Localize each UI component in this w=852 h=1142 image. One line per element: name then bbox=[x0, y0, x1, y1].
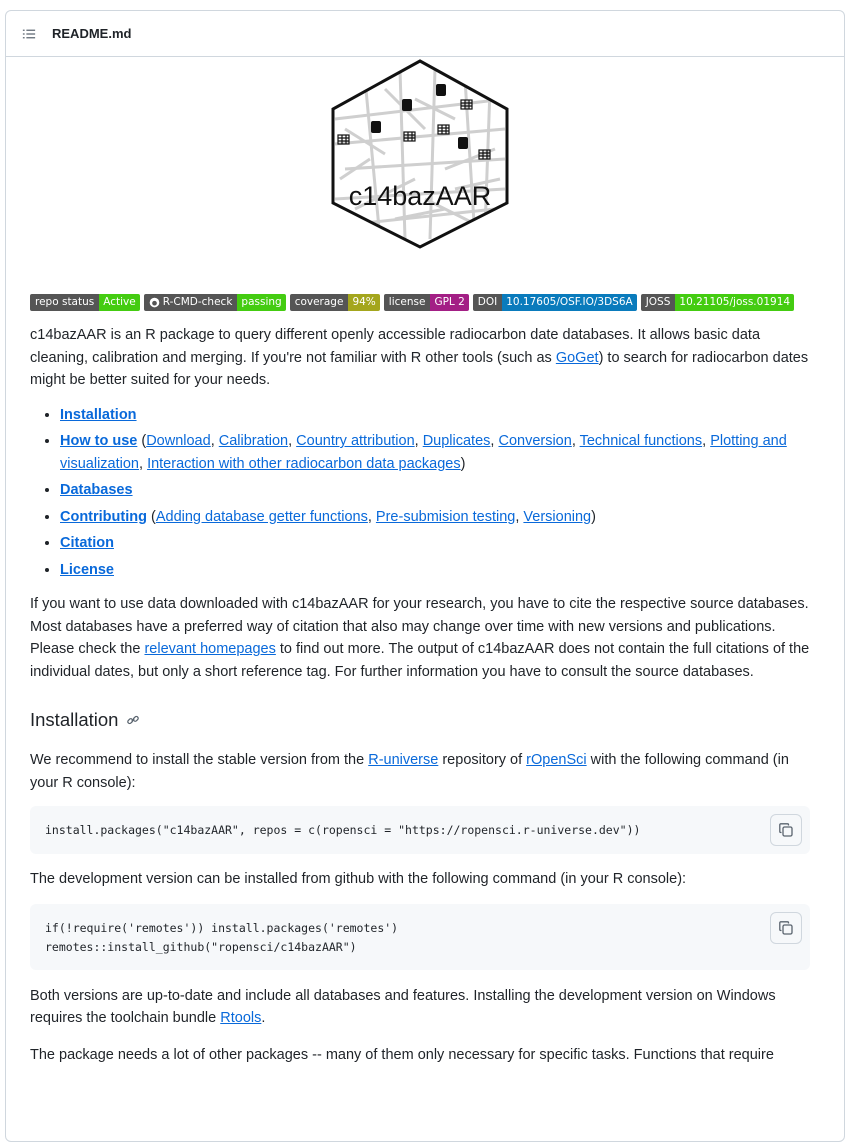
list-item: Installation bbox=[60, 404, 810, 427]
toc-download-link[interactable]: Download bbox=[146, 433, 211, 449]
toc-calibration-link[interactable]: Calibration bbox=[219, 433, 288, 449]
versions-paragraph: Both versions are up-to-date and include… bbox=[30, 987, 776, 1027]
svg-text:c14bazAAR: c14bazAAR bbox=[349, 181, 492, 211]
toc-installation-link[interactable]: Installation bbox=[60, 407, 137, 423]
code-line: remotes::install_github("ropensci/c14baz… bbox=[45, 939, 357, 954]
readme-content: c14bazAAR repo status Active R-CMD-check … bbox=[30, 47, 810, 1066]
link-icon[interactable] bbox=[126, 713, 140, 727]
code-block-dev: if(!require('remotes')) install.packages… bbox=[30, 903, 810, 970]
goget-link[interactable]: GoGet bbox=[556, 350, 599, 366]
code-line: if(!require('remotes')) install.packages… bbox=[45, 920, 399, 935]
github-icon bbox=[149, 297, 160, 308]
r-universe-link[interactable]: R-universe bbox=[368, 752, 438, 768]
toc-country-attribution-link[interactable]: Country attribution bbox=[296, 433, 414, 449]
copy-icon bbox=[779, 823, 793, 837]
toc-adding-getter-link[interactable]: Adding database getter functions bbox=[156, 509, 368, 525]
toc-license-link[interactable]: License bbox=[60, 562, 114, 578]
code-line: install.packages("c14bazAAR", repos = c(… bbox=[45, 823, 641, 837]
dependencies-paragraph: The package needs a lot of other package… bbox=[30, 1046, 774, 1063]
list-unordered-icon[interactable] bbox=[22, 27, 36, 41]
code-block-stable: install.packages("c14bazAAR", repos = c(… bbox=[30, 806, 810, 854]
toc-interaction-link[interactable]: Interaction with other radiocarbon data … bbox=[147, 456, 461, 472]
package-logo: c14bazAAR bbox=[30, 59, 810, 262]
list-item: How to use (Download, Calibration, Count… bbox=[60, 430, 810, 475]
badge-row: repo status Active R-CMD-check passing co… bbox=[30, 294, 810, 312]
copy-button[interactable] bbox=[770, 814, 802, 846]
coverage-badge[interactable]: coverage 94% bbox=[289, 294, 380, 311]
readme-title: README.md bbox=[52, 26, 132, 41]
list-item: Contributing (Adding database getter fun… bbox=[60, 506, 810, 529]
repo-status-badge[interactable]: repo status Active bbox=[30, 294, 140, 311]
relevant-homepages-link[interactable]: relevant homepages bbox=[144, 641, 275, 657]
toc-citation-link[interactable]: Citation bbox=[60, 535, 114, 551]
installation-heading: Installation bbox=[30, 703, 810, 737]
r-cmd-check-badge[interactable]: R-CMD-check passing bbox=[143, 294, 286, 311]
copy-icon bbox=[779, 920, 793, 935]
hexagon-logo-image: c14bazAAR bbox=[331, 59, 509, 249]
copy-button[interactable] bbox=[770, 911, 802, 944]
table-of-contents: Installation How to use (Download, Calib… bbox=[30, 404, 810, 582]
install-paragraph: We recommend to install the stable versi… bbox=[30, 752, 789, 791]
toc-versioning-link[interactable]: Versioning bbox=[523, 509, 591, 525]
toc-duplicates-link[interactable]: Duplicates bbox=[423, 433, 491, 449]
list-item: License bbox=[60, 559, 810, 582]
dev-version-paragraph: The development version can be installed… bbox=[30, 871, 687, 887]
doi-badge[interactable]: DOI 10.17605/OSF.IO/3DS6A bbox=[472, 294, 637, 311]
rtools-link[interactable]: Rtools bbox=[220, 1010, 261, 1026]
toc-databases-link[interactable]: Databases bbox=[60, 482, 133, 498]
citation-paragraph: If you want to use data downloaded with … bbox=[30, 596, 810, 680]
toc-conversion-link[interactable]: Conversion bbox=[498, 433, 571, 449]
list-item: Databases bbox=[60, 479, 810, 502]
license-badge[interactable]: license GPL 2 bbox=[383, 294, 469, 311]
ropensci-link[interactable]: rOpenSci bbox=[526, 752, 586, 768]
intro-paragraph: c14bazAAR is an R package to query diffe… bbox=[30, 327, 809, 388]
joss-badge[interactable]: JOSS 10.21105/joss.01914 bbox=[640, 294, 795, 311]
list-item: Citation bbox=[60, 532, 810, 555]
toc-presubmission-link[interactable]: Pre-submision testing bbox=[376, 509, 515, 525]
toc-contributing-link[interactable]: Contributing bbox=[60, 509, 147, 525]
toc-technical-functions-link[interactable]: Technical functions bbox=[580, 433, 703, 449]
toc-howto-link[interactable]: How to use bbox=[60, 433, 137, 449]
